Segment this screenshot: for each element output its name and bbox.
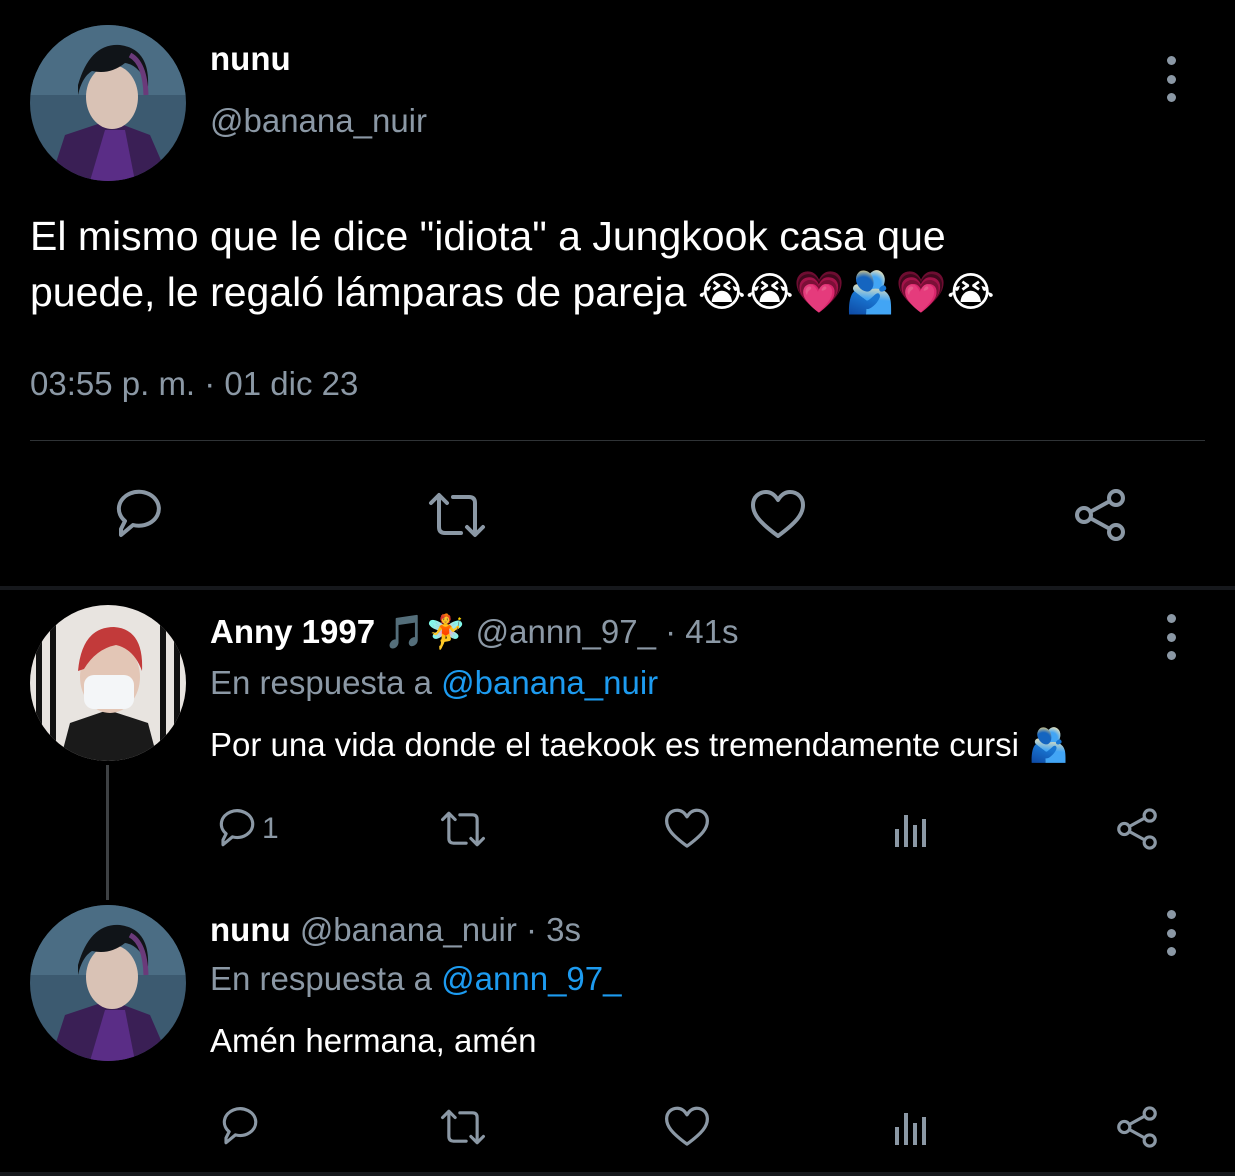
section-separator bbox=[0, 586, 1235, 590]
reply-icon[interactable] bbox=[105, 485, 165, 545]
section-separator bbox=[0, 1172, 1235, 1176]
reply-header: Anny 1997 🎵🧚 @annn_97_ · 41s bbox=[210, 613, 738, 652]
replying-to: En respuesta a @banana_nuir bbox=[210, 664, 658, 702]
mention-link[interactable]: @banana_nuir bbox=[441, 664, 658, 701]
author-name[interactable]: Anny 1997 🎵🧚 bbox=[210, 613, 466, 650]
reply-time: · 3s bbox=[525, 911, 581, 948]
retweet-icon[interactable] bbox=[436, 1104, 490, 1150]
retweet-icon[interactable] bbox=[425, 485, 489, 545]
avatar[interactable] bbox=[30, 25, 186, 181]
thread-line bbox=[106, 765, 109, 900]
author-name[interactable]: nunu bbox=[210, 40, 291, 78]
divider bbox=[30, 440, 1205, 441]
share-icon[interactable] bbox=[1070, 485, 1130, 545]
tweet-timestamp: 03:55 p. m. · 01 dic 23 bbox=[30, 365, 359, 402]
reply-header: nunu @banana_nuir · 3s bbox=[210, 911, 581, 949]
reply-time: · 41s bbox=[665, 613, 739, 650]
author-handle[interactable]: @banana_nuir bbox=[300, 911, 517, 948]
author-handle[interactable]: @annn_97_ bbox=[476, 613, 656, 650]
mention-link[interactable]: @annn_97_ bbox=[441, 960, 621, 997]
share-icon[interactable] bbox=[1112, 806, 1162, 852]
more-options-icon[interactable] bbox=[1164, 56, 1178, 102]
analytics-icon[interactable] bbox=[888, 1104, 934, 1150]
reply-icon bbox=[219, 809, 255, 847]
replying-prefix: En respuesta a bbox=[210, 664, 432, 701]
replying-to: En respuesta a @annn_97_ bbox=[210, 960, 621, 998]
reply-count: 1 bbox=[262, 812, 279, 845]
reply-text: Amén hermana, amén bbox=[210, 1022, 537, 1059]
reply-button[interactable]: 1 bbox=[212, 806, 279, 852]
avatar[interactable] bbox=[30, 905, 186, 1061]
like-icon[interactable] bbox=[662, 806, 712, 852]
retweet-icon[interactable] bbox=[436, 806, 490, 852]
more-options-icon[interactable] bbox=[1164, 910, 1178, 956]
more-options-icon[interactable] bbox=[1164, 614, 1178, 660]
reply-text: Por una vida donde el taekook es tremend… bbox=[210, 726, 1070, 763]
share-icon[interactable] bbox=[1112, 1104, 1162, 1150]
author-name[interactable]: nunu bbox=[210, 911, 291, 948]
author-handle[interactable]: @banana_nuir bbox=[210, 102, 427, 140]
tweet-text-line-2: puede, le regaló lámparas de pareja 😭😭💗🫂… bbox=[30, 269, 995, 315]
like-icon[interactable] bbox=[662, 1104, 712, 1150]
tweet-text: El mismo que le dice "idiota" a Jungkook… bbox=[30, 208, 995, 320]
replying-prefix: En respuesta a bbox=[210, 960, 432, 997]
tweet-text-line-1: El mismo que le dice "idiota" a Jungkook… bbox=[30, 213, 946, 259]
like-icon[interactable] bbox=[748, 485, 808, 545]
avatar[interactable] bbox=[30, 605, 186, 761]
analytics-icon[interactable] bbox=[888, 806, 934, 852]
reply-icon[interactable] bbox=[212, 1104, 262, 1150]
